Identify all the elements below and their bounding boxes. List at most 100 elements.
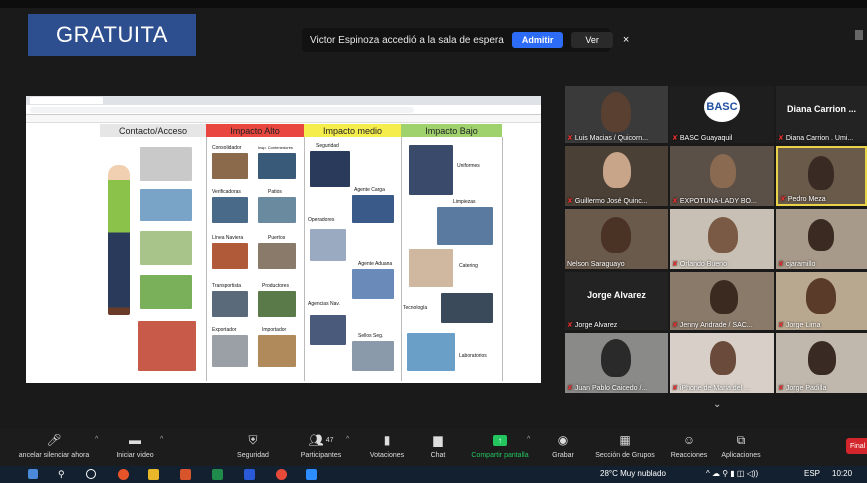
label-sellos-seg: Sellos Seg. (358, 333, 384, 339)
chrome-icon[interactable] (276, 469, 287, 480)
participant-tile-active-speaker[interactable]: ✘ Pedro Meza (776, 146, 867, 206)
photo (409, 249, 453, 287)
view-button[interactable]: Ver (571, 32, 613, 48)
muted-mic-icon: ✘ (672, 261, 678, 268)
truck-image (140, 189, 192, 221)
low-impact-column: Uniformes Limpiezas Catering Tecnología … (401, 137, 503, 381)
participant-tile[interactable]: ✘ Guillermo José Quinc... (565, 146, 668, 206)
participant-tile[interactable]: ✘ Jorge Lima (776, 272, 867, 330)
free-badge: GRATUITA (28, 14, 196, 56)
word-icon[interactable] (244, 469, 255, 480)
participants-button[interactable]: 👥︎ 47 Participantes (292, 430, 350, 459)
reactions-button[interactable]: ☺ Reacciones (666, 430, 712, 459)
participant-name: ✘ Orlando Bueno (672, 260, 727, 269)
notification-message: Victor Espinoza accedió a la sala de esp… (310, 34, 504, 46)
windows-start-icon[interactable] (28, 469, 38, 479)
apps-button[interactable]: ⧉ Aplicaciones (716, 430, 766, 460)
participant-tile[interactable]: Jorge Alvarez ✘ Jorge Alvarez (565, 272, 668, 330)
muted-mic-icon: ✘ (780, 196, 786, 203)
security-button[interactable]: ⛨ Seguridad (228, 430, 278, 460)
participant-video (601, 339, 631, 377)
photo (258, 197, 296, 223)
clock[interactable]: 10:20 (832, 469, 852, 478)
medium-impact-column: Seguridad Agente Carga Operadores Agente… (304, 137, 402, 381)
participant-tile[interactable]: ✘ iPhone de Maria del ... (670, 333, 774, 393)
label-agente-aduana: Agente Aduana (358, 261, 393, 267)
photo (258, 243, 296, 269)
window-control-icon[interactable] (855, 30, 863, 40)
end-meeting-button[interactable]: Final (846, 438, 867, 454)
participant-video (808, 219, 834, 251)
system-tray-icons[interactable]: ^ ☁ ⚲ ▮ ◫ ◁)) (706, 469, 758, 478)
muted-mic-icon: ✘ (672, 135, 678, 142)
chat-icon: ▆ (433, 433, 443, 447)
chevron-up-icon[interactable]: ^ (346, 436, 349, 443)
grid-icon: ▦ (619, 433, 631, 447)
admit-button[interactable]: Admitir (511, 32, 564, 48)
bars-image (140, 275, 192, 309)
photo (258, 335, 296, 367)
muted-mic-icon: ✘ (778, 135, 784, 142)
browser-tab[interactable] (30, 97, 103, 104)
mute-button[interactable]: 🎤︎ ancelar silenciar ahora (0, 430, 108, 459)
participant-tile[interactable]: ✘ cjaramillo (776, 209, 867, 269)
address-field[interactable] (30, 106, 414, 113)
chevron-down-icon[interactable]: ⌄ (713, 399, 721, 410)
participant-tile[interactable]: ✘ Orlando Bueno (670, 209, 774, 269)
muted-mic-icon: ✘ (567, 385, 573, 392)
share-screen-button[interactable]: ↑ Compartir pantalla (462, 430, 538, 459)
woman-figure-image (108, 165, 130, 315)
task-view-icon[interactable] (86, 469, 96, 479)
participant-video (808, 156, 834, 190)
brave-browser-icon[interactable] (118, 469, 129, 480)
windows-taskbar: ⚲ 28°C Muy nublado ^ ☁ ⚲ ▮ ◫ ◁)) ESP 10:… (0, 466, 867, 483)
participant-tile[interactable]: ✘ Jorge Padilla (776, 333, 867, 393)
participant-display-name: Jorge Alvarez (587, 290, 646, 300)
chevron-up-icon[interactable]: ^ (527, 436, 530, 443)
participant-tile[interactable]: ✘ Luis Macias / Quicorn... (565, 86, 668, 143)
zoom-icon[interactable] (306, 469, 317, 480)
participant-video (601, 217, 631, 253)
polls-button[interactable]: ▮ Votaciones (362, 430, 412, 459)
record-button[interactable]: ◉ Grabar (545, 430, 581, 459)
participant-name: ✘ cjaramillo (778, 260, 816, 269)
participant-name: ✘ Jorge Lima (778, 321, 821, 330)
close-icon[interactable]: × (623, 34, 629, 46)
muted-mic-icon: ✘ (672, 322, 678, 329)
search-icon[interactable]: ⚲ (58, 469, 69, 480)
share-screen-icon: ↑ (493, 430, 507, 450)
photo (310, 229, 346, 261)
contact-column (100, 137, 207, 381)
record-icon: ◉ (557, 433, 569, 447)
start-video-button[interactable]: ▬ Iniciar video (110, 430, 160, 459)
participant-tile[interactable]: Nelson Saraguayo (565, 209, 668, 269)
breakout-rooms-button[interactable]: ▦ Sección de Grupos (590, 430, 660, 459)
participant-name: ✘ Luis Macias / Quicorn... (567, 134, 649, 143)
participant-video (808, 341, 836, 375)
outlook-icon[interactable] (180, 469, 191, 480)
label-uniformes: Uniformes (457, 163, 480, 169)
participant-tile[interactable]: ✘ Juan Pablo Caicedo /... (565, 333, 668, 393)
participant-tile[interactable]: Diana Carrion ... ✘ Diana Carrion . Umi..… (776, 86, 867, 143)
weather-widget[interactable]: 28°C Muy nublado (600, 469, 666, 478)
excel-icon[interactable] (212, 469, 223, 480)
participant-name: ✘ Jorge Alvarez (567, 321, 618, 330)
label-limpiezas: Limpiezas (453, 199, 476, 205)
participant-tile[interactable]: ✘ EXPOTUNA-LADY BO... (670, 146, 774, 206)
chevron-up-icon[interactable]: ^ (95, 436, 98, 443)
participant-video (806, 278, 836, 314)
participant-tile[interactable]: ✘ Jenny Andrade / SAC... (670, 272, 774, 330)
participant-video (710, 154, 736, 188)
participant-name: ✘ Diana Carrion . Umi... (778, 134, 854, 143)
file-explorer-icon[interactable] (148, 469, 159, 480)
container-image (140, 147, 192, 181)
label-laboratorios: Laboratorios (459, 353, 487, 359)
chevron-up-icon[interactable]: ^ (160, 436, 163, 443)
language-indicator[interactable]: ESP (804, 469, 820, 478)
map-image (140, 231, 192, 265)
chat-button[interactable]: ▆ Chat (420, 430, 456, 459)
muted-mic-icon: 🎤︎ (46, 433, 62, 447)
label-productores: Productores (262, 283, 289, 289)
label-importador: Importador (262, 327, 287, 333)
participant-tile[interactable]: BASC ✘ BASC Guayaquil (670, 86, 774, 143)
